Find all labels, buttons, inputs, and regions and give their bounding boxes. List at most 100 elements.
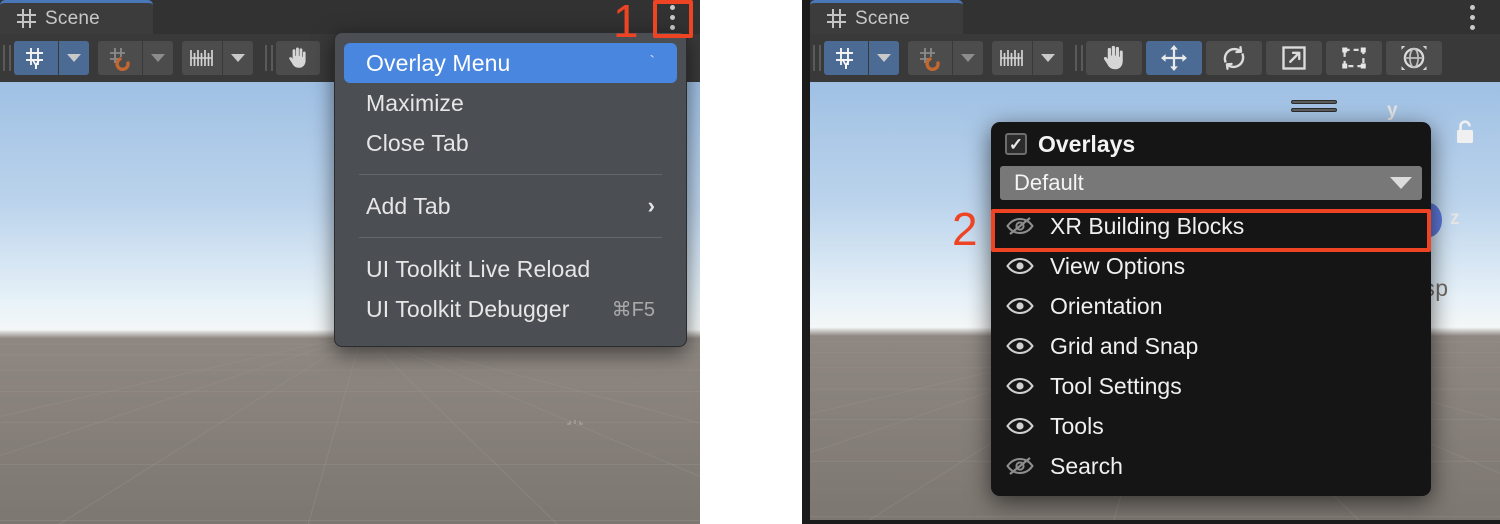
grid-snapping-dropdown[interactable] <box>143 41 173 75</box>
grid-magnet-icon <box>110 48 130 71</box>
increment-snap-dropdown[interactable] <box>223 41 253 75</box>
chevron-down-icon <box>961 54 975 62</box>
eye-off-icon[interactable] <box>1005 455 1035 477</box>
chevron-down-icon <box>1390 177 1412 189</box>
toolbar-separator <box>262 45 276 71</box>
grid-hash-icon <box>17 9 36 28</box>
right-scene-tab[interactable]: Scene <box>810 0 963 34</box>
context-menu-item-label: UI Toolkit Live Reload <box>366 255 591 282</box>
move-icon <box>1161 45 1187 71</box>
overlay-row-label: Tool Settings <box>1050 372 1182 399</box>
sun-icon-left <box>567 420 583 425</box>
context-menu-item-shortcut: ` <box>649 54 655 71</box>
overlay-row-orientation[interactable]: Orientation <box>991 286 1431 326</box>
grid-snapping-button[interactable] <box>908 41 952 75</box>
left-scene-tab[interactable]: Scene <box>0 0 153 34</box>
eye-icon[interactable] <box>1005 335 1035 357</box>
grid-magnet-icon <box>920 48 940 71</box>
chevron-down-icon <box>231 54 245 62</box>
context-menu-item-close-tab[interactable]: Close Tab <box>344 123 677 163</box>
scene-grid-floor <box>0 338 700 524</box>
grid-hash-icon <box>827 9 846 28</box>
svg-text:Y: Y <box>32 57 41 71</box>
move-tool-button[interactable] <box>1146 41 1202 75</box>
grid-axis-dropdown[interactable] <box>869 41 899 75</box>
left-scene-panel: Scene Y Overlay Menu ` Maximize Close Ta… <box>0 0 700 524</box>
left-scene-tab-label: Scene <box>45 7 100 29</box>
tab-context-menu: Overlay Menu ` Maximize Close Tab Add Ta… <box>334 32 687 347</box>
annotation-2-highlight <box>991 209 1431 252</box>
grid-axis-dropdown[interactable] <box>59 41 89 75</box>
context-menu-item-add-tab[interactable]: Add Tab › <box>344 186 677 226</box>
hand-icon <box>289 47 306 68</box>
overlay-row-tool-settings[interactable]: Tool Settings <box>991 366 1431 406</box>
eye-icon[interactable] <box>1005 255 1035 277</box>
context-menu-item-label: Add Tab <box>366 192 451 219</box>
toolbar-separator <box>810 45 824 71</box>
hand-tool-button[interactable] <box>1086 41 1142 75</box>
overlay-row-search[interactable]: Search <box>991 446 1431 486</box>
increment-snap-dropdown[interactable] <box>1033 41 1063 75</box>
grid-axis-y-icon: Y <box>836 48 853 71</box>
rotate-tool-button[interactable] <box>1206 41 1262 75</box>
context-menu-item-label: Close Tab <box>366 129 469 156</box>
annotation-1-number: 1 <box>613 0 639 47</box>
scale-icon <box>1282 46 1306 70</box>
context-menu-item-overlay-menu[interactable]: Overlay Menu ` <box>344 43 677 83</box>
overlays-popup-title: Overlays <box>1038 130 1136 157</box>
scale-tool-button[interactable] <box>1266 41 1322 75</box>
transform-icon <box>1401 46 1427 70</box>
check-icon: ✓ <box>1008 134 1024 154</box>
grid-snapping-dropdown[interactable] <box>953 41 983 75</box>
overlay-row-tools[interactable]: Tools <box>991 406 1431 446</box>
toolbar-separator <box>1072 45 1086 71</box>
context-menu-item-ui-toolkit-live-reload[interactable]: UI Toolkit Live Reload <box>344 249 677 289</box>
overlay-row-label: Orientation <box>1050 292 1163 319</box>
overlays-enabled-checkbox[interactable]: ✓ <box>1005 133 1027 155</box>
panel-gap <box>700 0 802 524</box>
overlays-popup: ✓ Overlays Default XR Building Blocks Vi… <box>991 122 1431 496</box>
svg-text:Y: Y <box>842 57 851 71</box>
grid-snapping-button[interactable] <box>98 41 142 75</box>
screenshot-root: Scene Y Overlay Menu ` Maximize Close Ta… <box>0 0 1500 524</box>
transform-tool-button[interactable] <box>1386 41 1442 75</box>
context-menu-separator <box>359 237 662 238</box>
chevron-down-icon <box>151 54 165 62</box>
overlay-row-label: Tools <box>1050 412 1104 439</box>
context-menu-item-ui-toolkit-debugger[interactable]: UI Toolkit Debugger ⌘F5 <box>344 289 677 329</box>
hand-icon <box>1103 45 1123 70</box>
chevron-down-icon <box>1041 54 1055 62</box>
overlay-row-label: Search <box>1050 452 1123 479</box>
overlays-popup-drag-handle[interactable] <box>1291 100 1337 114</box>
rect-tool-button[interactable] <box>1326 41 1382 75</box>
context-menu-item-label: UI Toolkit Debugger <box>366 295 570 322</box>
eye-icon[interactable] <box>1005 415 1035 437</box>
overlays-popup-header: ✓ Overlays <box>991 122 1431 166</box>
increment-snap-button[interactable] <box>992 41 1032 75</box>
overlay-row-view-options[interactable]: View Options <box>991 246 1431 286</box>
right-scene-tab-kebab-menu-button[interactable] <box>1459 4 1485 30</box>
right-scene-toolbar: Y <box>810 34 1500 82</box>
annotation-1-highlight <box>653 0 693 38</box>
context-menu-separator <box>359 174 662 175</box>
right-scene-panel: Scene Y y z ✓ Overlays Default XR Buildi… <box>810 0 1500 520</box>
grid-axis-y-button[interactable]: Y <box>824 41 868 75</box>
eye-icon[interactable] <box>1005 375 1035 397</box>
context-menu-item-maximize[interactable]: Maximize <box>344 83 677 123</box>
rotate-icon <box>1223 46 1245 70</box>
overlay-row-label: View Options <box>1050 252 1186 279</box>
ruler-icon <box>1000 50 1023 66</box>
overlay-row-grid-and-snap[interactable]: Grid and Snap <box>991 326 1431 366</box>
hand-tool-button[interactable] <box>276 41 320 75</box>
grid-axis-y-icon: Y <box>26 48 43 71</box>
overlay-row-label: Grid and Snap <box>1050 332 1199 359</box>
overlay-preset-dropdown[interactable]: Default <box>1000 166 1422 200</box>
context-menu-item-label: Maximize <box>366 89 464 116</box>
context-menu-item-shortcut: ⌘F5 <box>611 298 655 321</box>
context-menu-item-label: Overlay Menu <box>366 49 511 76</box>
grid-axis-y-button[interactable]: Y <box>14 41 58 75</box>
increment-snap-button[interactable] <box>182 41 222 75</box>
eye-icon[interactable] <box>1005 295 1035 317</box>
chevron-down-icon <box>67 54 81 62</box>
rect-icon <box>1342 47 1366 69</box>
